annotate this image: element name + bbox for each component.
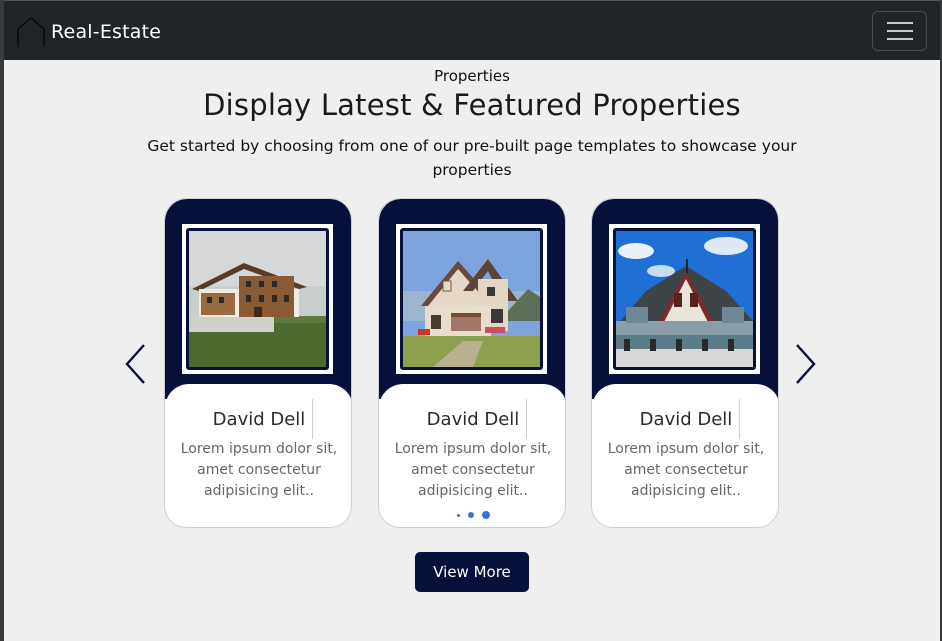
property-photo-frame	[609, 224, 760, 374]
carousel-dot-active[interactable]	[481, 511, 490, 519]
cottage-photo	[403, 231, 540, 367]
house-outline-icon	[17, 16, 45, 47]
property-card[interactable]: David Dell Lorem ipsum dolor sit, amet c…	[378, 198, 566, 528]
card-title: David Dell	[639, 409, 733, 430]
chevron-left-icon[interactable]	[122, 342, 150, 386]
navbar: Real-Estate	[4, 0, 940, 60]
property-photo-frame	[182, 224, 333, 374]
chevron-right-icon[interactable]	[791, 342, 819, 386]
section-eyebrow: Properties	[434, 67, 510, 85]
card-description: Lorem ipsum dolor sit, amet consectetur …	[180, 441, 338, 499]
card-title: David Dell	[426, 409, 520, 430]
victorian-house-photo	[616, 231, 753, 367]
property-card[interactable]: David Dell Lorem ipsum dolor sit, amet c…	[591, 198, 779, 528]
menu-toggle-button[interactable]	[872, 11, 927, 51]
card-description: Lorem ipsum dolor sit, amet consectetur …	[607, 441, 765, 499]
hamburger-menu-icon	[886, 22, 913, 24]
card-title: David Dell	[212, 409, 306, 430]
brand[interactable]: Real-Estate	[16, 15, 161, 49]
carousel-dot[interactable]	[456, 513, 460, 517]
property-photo-frame	[396, 224, 547, 374]
section-title: Display Latest & Featured Properties	[203, 88, 741, 122]
carousel-indicators	[379, 511, 565, 519]
carousel-dot[interactable]	[467, 512, 474, 518]
card-description: Lorem ipsum dolor sit, amet consectetur …	[394, 441, 552, 499]
property-card[interactable]: David Dell Lorem ipsum dolor sit, amet c…	[164, 198, 352, 528]
farmhouse-photo	[189, 231, 326, 367]
brand-name: Real-Estate	[51, 21, 162, 43]
page: Real-Estate Properties Display Latest & …	[4, 0, 940, 641]
section-subtitle: Get started by choosing from one of our …	[147, 137, 797, 179]
view-more-button[interactable]: View More	[415, 552, 529, 592]
